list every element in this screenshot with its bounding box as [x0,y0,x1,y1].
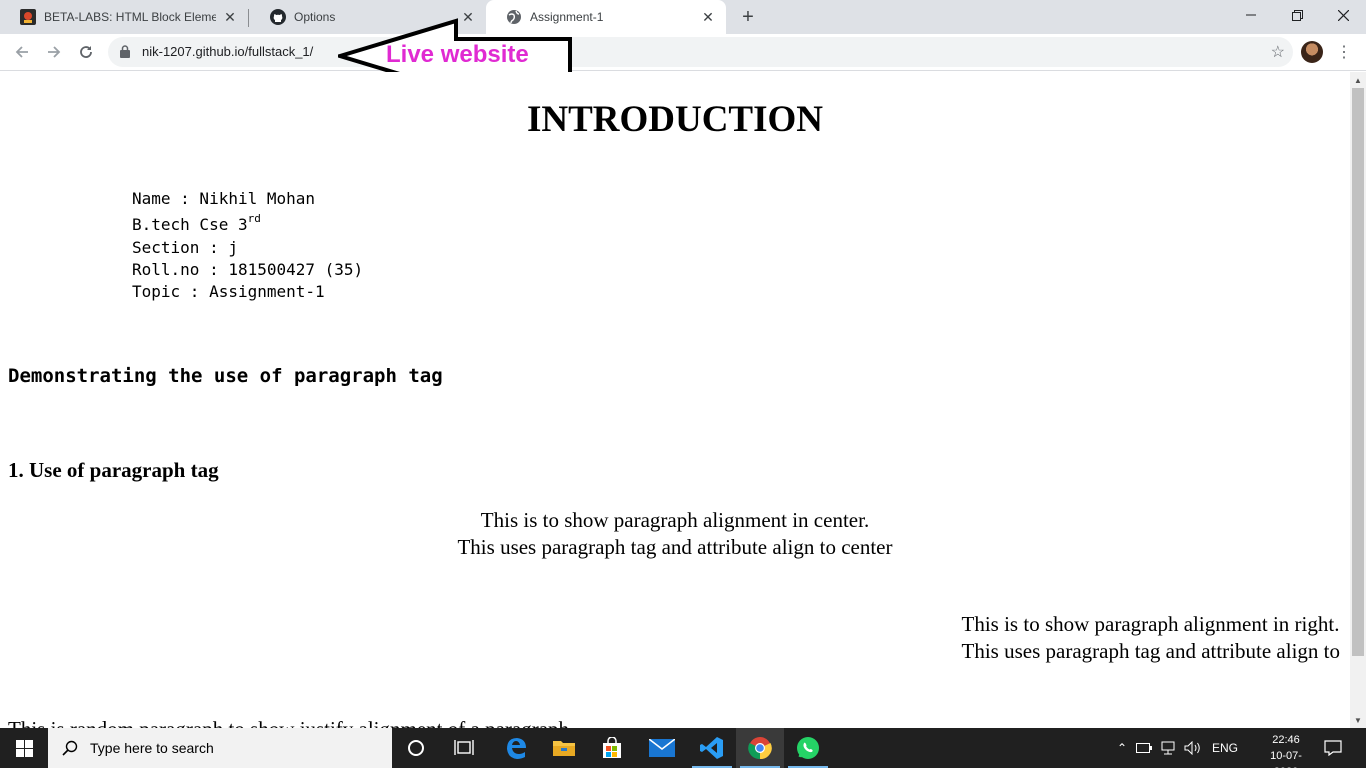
close-tab-icon[interactable]: ✕ [700,9,716,25]
cortana-button[interactable] [392,728,440,768]
page-content: INTRODUCTION Name : Nikhil Mohan B.tech … [0,72,1350,728]
restore-icon [1291,9,1303,21]
center-aligned-paragraph: This is to show paragraph alignment in c… [0,507,1350,561]
minimize-icon [1246,14,1256,16]
whatsapp-button[interactable] [784,728,832,768]
back-arrow-icon [15,46,28,58]
vscode-icon [700,737,723,759]
file-explorer-button[interactable] [540,728,588,768]
github-icon [270,9,286,25]
edge-browser-button[interactable] [492,728,540,768]
new-tab-button[interactable]: + [736,5,760,29]
microsoft-store-button[interactable] [588,728,636,768]
restore-button[interactable] [1274,0,1320,30]
search-icon [62,740,78,756]
battery-icon[interactable] [1136,743,1152,753]
tab-beta-labs[interactable]: BETA-LABS: HTML Block Elements ✕ [0,0,248,34]
folder-icon [553,741,575,756]
edge-icon [507,738,526,759]
scroll-down-icon[interactable]: ▼ [1350,712,1366,728]
right-para-line1: This is to show paragraph alignment in r… [961,612,1340,636]
clock-time: 22:46 [1272,734,1300,746]
cortana-circle-icon [408,740,424,756]
scroll-up-icon[interactable]: ▲ [1350,72,1366,88]
close-icon [1337,9,1349,21]
browser-menu-icon[interactable]: ⋮ [1336,40,1352,64]
address-bar[interactable]: nik-1207.github.io/fullstack_1/ ☆ [108,37,1293,67]
demo-heading: Demonstrating the use of paragraph tag [8,365,443,387]
task-view-icon [454,740,474,755]
minimize-button[interactable] [1228,0,1274,30]
start-button[interactable] [0,728,48,768]
mail-button[interactable] [638,728,686,768]
search-placeholder: Type here to search [90,740,214,756]
right-aligned-paragraph: This is to show paragraph alignment in r… [962,611,1340,665]
taskbar-clock[interactable]: 22:46 10-07-2020 [1262,732,1310,768]
mail-icon [649,739,675,757]
clock-date: 10-07-2020 [1270,750,1302,768]
chrome-icon [748,737,772,760]
close-window-button[interactable] [1320,0,1366,30]
vertical-scrollbar[interactable]: ▲ ▼ [1350,72,1366,728]
reload-button[interactable] [72,38,100,66]
forward-button[interactable] [40,38,68,66]
info-course: B.tech Cse 3rd [132,212,261,236]
profile-avatar[interactable] [1301,41,1323,63]
info-roll: Roll.no : 181500427 (35) [132,260,364,279]
beta-labs-favicon-icon [20,9,36,25]
volume-icon[interactable] [1184,741,1202,755]
info-name: Name : Nikhil Mohan [132,189,316,208]
center-para-line1: This is to show paragraph alignment in c… [480,508,870,532]
back-button[interactable] [8,38,36,66]
notification-icon [1324,740,1342,756]
tab-title: BETA-LABS: HTML Block Elements [44,10,216,24]
action-center-button[interactable] [1310,728,1356,768]
windows-taskbar: Type here to search ⌃ ENG 22:46 10-07- [0,728,1366,768]
taskbar-search-box[interactable]: Type here to search [48,728,392,768]
center-para-line2: This uses paragraph tag and attribute al… [457,535,893,559]
system-tray: ⌃ ENG [1114,728,1238,768]
forward-arrow-icon [48,46,61,58]
browser-toolbar: nik-1207.github.io/fullstack_1/ ☆ [0,34,1366,71]
section-heading: 1. Use of paragraph tag [8,458,219,482]
close-tab-icon[interactable]: ✕ [222,9,238,25]
chrome-button[interactable] [736,728,784,768]
info-course-sup: rd [247,212,261,225]
browser-tabstrip: BETA-LABS: HTML Block Elements ✕ Options… [0,0,1366,34]
network-icon[interactable] [1160,741,1176,755]
show-hidden-icons-chevron-icon[interactable]: ⌃ [1114,741,1130,755]
scrollbar-thumb[interactable] [1352,88,1364,656]
annotation-label: Live website [386,41,529,68]
language-indicator[interactable]: ENG [1212,741,1238,755]
info-course-text: B.tech Cse 3 [132,215,248,234]
info-topic: Topic : Assignment-1 [132,282,325,301]
justify-paragraph: This is random paragraph to show justify… [8,716,569,728]
tab-divider [248,9,249,27]
url-text: nik-1207.github.io/fullstack_1/ [142,44,314,59]
lock-icon [120,45,130,58]
bookmark-star-icon[interactable]: ☆ [1271,42,1285,62]
info-section: Section : j [132,238,238,257]
reload-icon [80,46,92,58]
whatsapp-icon [797,737,819,759]
task-view-button[interactable] [440,728,488,768]
page-heading: INTRODUCTION [526,99,824,140]
right-para-line2: This uses paragraph tag and attribute al… [961,639,1340,663]
store-bag-icon [603,737,621,758]
vscode-button[interactable] [688,728,736,768]
windows-logo-icon [15,739,33,757]
